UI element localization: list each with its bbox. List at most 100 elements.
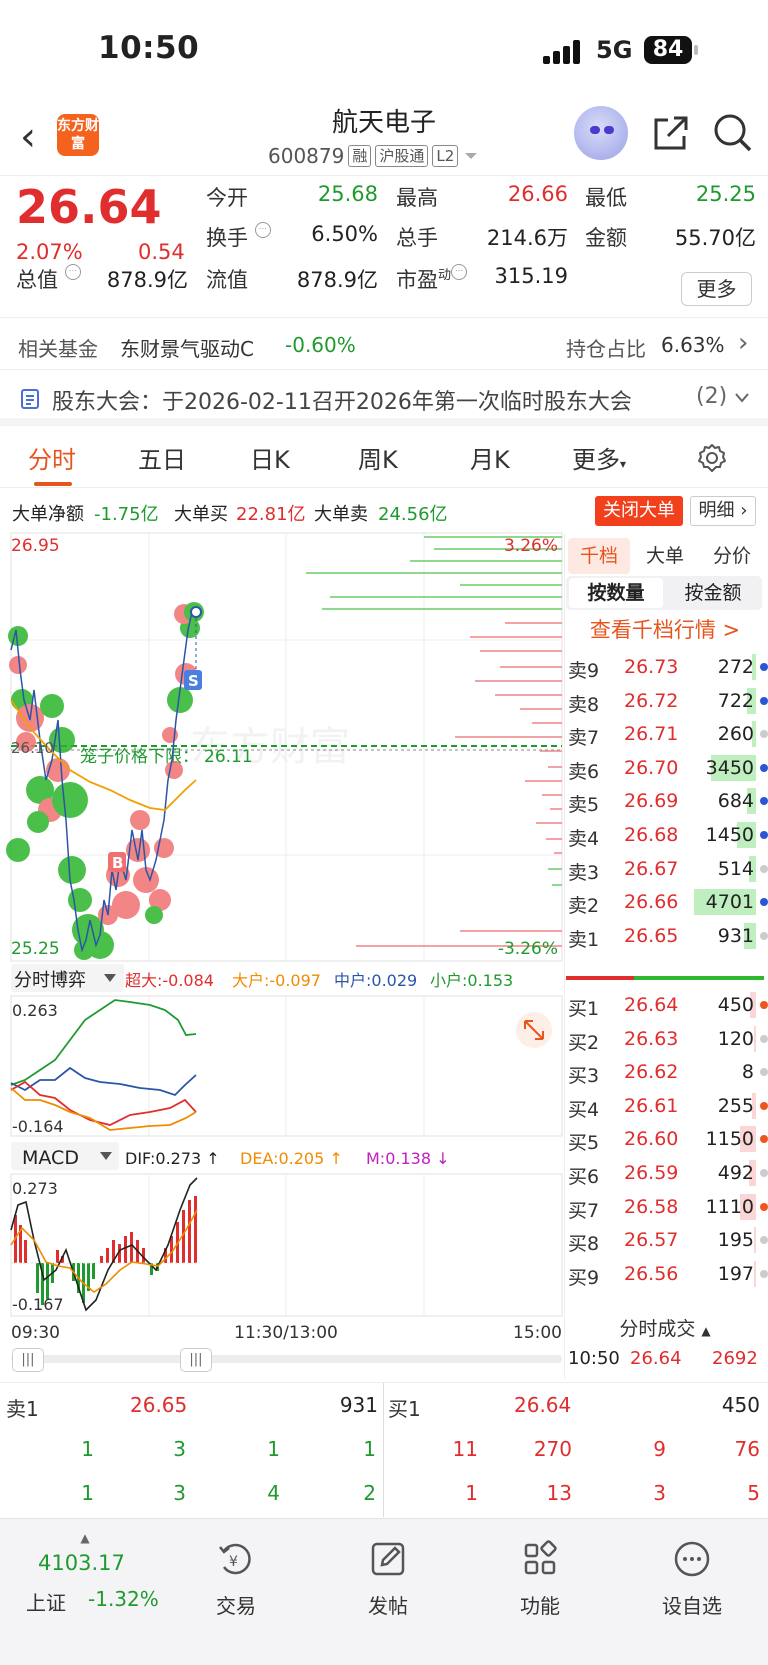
ask-row[interactable]: 卖4 26.68 1450: [566, 818, 768, 852]
sell-queue-1: 1: [81, 1437, 94, 1461]
nav-trade[interactable]: ¥ 交易: [176, 1539, 296, 1619]
amount-value: 55.70亿: [674, 226, 756, 250]
range-slider-track[interactable]: [11, 1355, 562, 1363]
ticks-title-text: 分时成交: [619, 1318, 696, 1340]
bid-quantity-bar: [754, 1227, 756, 1254]
turnover-label-text: 换手: [206, 226, 248, 250]
ask-price: 26.65: [624, 924, 679, 947]
flow-legend-large: 大户:-0.097: [232, 971, 321, 990]
tab-more[interactable]: 更多▾: [572, 440, 626, 475]
bid-price: 26.56: [624, 1262, 679, 1285]
bid-price: 26.60: [624, 1128, 679, 1151]
index-change[interactable]: -1.32%: [88, 1587, 159, 1611]
bottom-nav: ▲ 4103.17 上证 -1.32% ¥ 交易 发帖 功能 设自选: [0, 1518, 768, 1665]
segment-by-quantity[interactable]: 按数量: [569, 578, 663, 608]
macd-min-label: -0.167: [12, 1295, 64, 1314]
info-icon[interactable]: ⋯: [451, 264, 468, 280]
nav-functions[interactable]: 功能: [480, 1539, 600, 1619]
market-cap-label-text: 总值: [16, 268, 58, 292]
detail-button-label: 明细: [698, 500, 735, 521]
bid-level-label: 买6: [568, 1166, 600, 1188]
bid-price: 26.61: [624, 1094, 679, 1117]
float-cap-label: 流值: [206, 268, 248, 292]
settings-gear-icon[interactable]: [696, 442, 728, 474]
price-high-label: 26.95: [11, 536, 60, 556]
tab-thousand-levels[interactable]: 千档: [568, 538, 630, 574]
range-slider-left-handle[interactable]: |||: [12, 1348, 44, 1372]
info-icon[interactable]: ⋯: [64, 264, 81, 280]
ask-status-dot-icon: [760, 931, 768, 940]
tab-daily-k[interactable]: 日K: [250, 440, 290, 475]
tab-monthly-k[interactable]: 月K: [470, 440, 510, 475]
signal-icon: [543, 40, 587, 64]
bid-row[interactable]: 买6 26.59 492: [566, 1156, 768, 1190]
robot-avatar-icon[interactable]: [574, 106, 628, 160]
bid-row[interactable]: 买7 26.58 1110: [566, 1190, 768, 1224]
index-name[interactable]: 上证: [26, 1587, 66, 1616]
ask-row[interactable]: 卖9 26.73 272: [566, 650, 768, 684]
svg-text:¥: ¥: [229, 1554, 238, 1570]
bid-row[interactable]: 买1 26.64 450: [566, 988, 768, 1022]
hold-label: 持仓占比: [566, 337, 646, 361]
ask-status-dot-icon: [760, 797, 768, 806]
ask-level-label: 卖8: [568, 693, 600, 716]
buy-queue-7: 3: [653, 1481, 666, 1505]
related-fund-row[interactable]: 相关基金 东财景气驱动C -0.60% 持仓占比 6.63% ›: [0, 320, 768, 370]
ask-row[interactable]: 卖3 26.67 514: [566, 852, 768, 886]
index-value[interactable]: 4103.17: [38, 1551, 125, 1575]
ticks-title[interactable]: 分时成交 ▲: [566, 1314, 764, 1341]
segment-by-amount[interactable]: 按金额: [666, 578, 760, 608]
ask-status-dot-icon: [760, 663, 768, 671]
bid-row[interactable]: 买4 26.61 255: [566, 1089, 768, 1123]
view-depth-link[interactable]: 查看千档行情 >: [566, 614, 764, 644]
tab-weekly-k[interactable]: 周K: [358, 440, 398, 475]
buy-queue-1: 11: [452, 1437, 478, 1461]
tab-five-day[interactable]: 五日: [138, 440, 186, 475]
range-slider-right-handle[interactable]: |||: [180, 1348, 212, 1372]
bid-row[interactable]: 买9 26.56 197: [566, 1257, 768, 1291]
share-icon[interactable]: [650, 114, 690, 154]
bid-quantity: 120: [717, 1027, 754, 1050]
ask-row[interactable]: 卖6 26.70 3450: [566, 751, 768, 785]
ask-row[interactable]: 卖2 26.66 4701: [566, 885, 768, 919]
volume-label: 总手: [396, 226, 438, 250]
tab-big-orders[interactable]: 大单: [634, 538, 696, 574]
stock-code-line[interactable]: 600879 融 沪股通 L2: [268, 144, 480, 168]
sell-queue-2: 3: [173, 1437, 186, 1461]
intraday-chart[interactable]: 东方财富 笼子价格下限： 26.11 B S 26.95 26.10 25.25…: [0, 530, 565, 1340]
tag-margin: 融: [348, 145, 372, 167]
ask-level-label: 卖5: [568, 794, 600, 817]
bid-row[interactable]: 买3 26.62 8: [566, 1055, 768, 1089]
ask-row[interactable]: 卖8 26.72 722: [566, 684, 768, 718]
macd-dea: DEA:0.205 ↑: [240, 1149, 343, 1168]
chart-tabs: 分时 五日 日K 周K 月K 更多▾: [0, 432, 768, 488]
chevron-down-icon: [735, 393, 749, 403]
ask-level-label: 卖9: [568, 660, 600, 682]
close-big-order-button[interactable]: 关闭大单: [595, 496, 683, 526]
ask-level-label: 卖2: [568, 895, 600, 918]
more-dots-icon: [674, 1541, 710, 1577]
tag-level2: L2: [432, 145, 459, 167]
ask-row[interactable]: 卖5 26.69 684: [566, 784, 768, 818]
bid-row[interactable]: 买8 26.57 195: [566, 1223, 768, 1257]
ask-status-dot-icon: [760, 763, 768, 772]
bid-status-dot-icon: [760, 1236, 768, 1245]
notice-row[interactable]: 股东大会：于2026-02-11召开2026年第一次临时股东大会 (2): [0, 372, 768, 426]
nav-post[interactable]: 发帖: [328, 1539, 448, 1619]
bid-price: 26.62: [624, 1061, 679, 1084]
info-icon[interactable]: ⋯: [254, 222, 271, 238]
more-button[interactable]: 更多: [681, 272, 752, 306]
tab-intraday[interactable]: 分时: [28, 440, 76, 475]
book-separator: [566, 976, 764, 980]
ask-row[interactable]: 卖1 26.65 931: [566, 919, 768, 953]
change-percent: 2.07%: [16, 240, 83, 264]
nav-add-watchlist[interactable]: 设自选: [632, 1539, 752, 1619]
bid-row[interactable]: 买2 26.63 120: [566, 1022, 768, 1056]
sell-queue-3: 1: [267, 1437, 280, 1461]
detail-button[interactable]: 明细 ›: [690, 496, 756, 526]
tab-price-split[interactable]: 分价: [700, 538, 764, 574]
ask-row[interactable]: 卖7 26.71 260: [566, 717, 768, 751]
bid-row[interactable]: 买5 26.60 1150: [566, 1122, 768, 1156]
ask-status-dot-icon: [760, 864, 768, 873]
search-icon[interactable]: [712, 112, 754, 154]
